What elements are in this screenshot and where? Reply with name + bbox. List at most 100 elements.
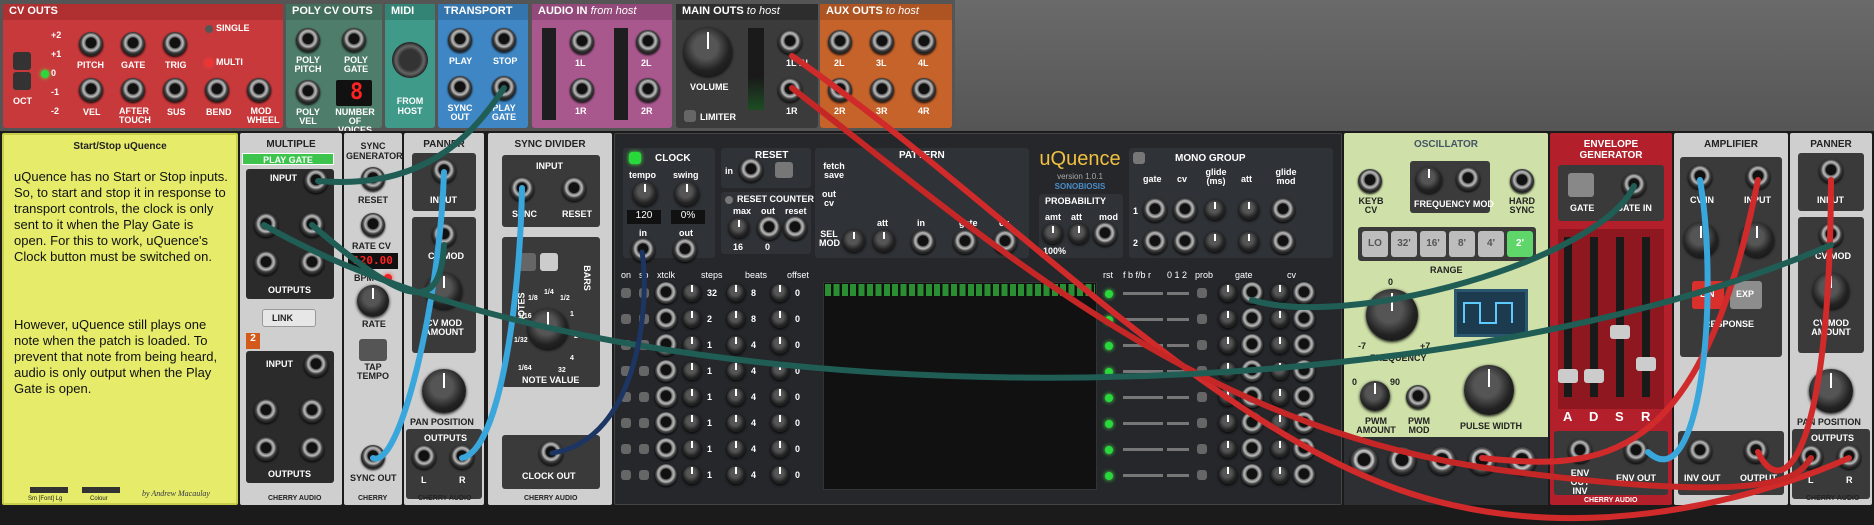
row-rst-led[interactable] — [1105, 316, 1113, 324]
row-beats-knob[interactable] — [727, 310, 745, 328]
multiple-input-2-jack[interactable] — [304, 353, 328, 377]
mg1-cv-jack[interactable] — [1173, 198, 1197, 222]
row-beats-knob[interactable] — [727, 362, 745, 380]
row-gate-knob[interactable] — [1219, 310, 1237, 328]
pwm-amount-knob[interactable] — [1360, 381, 1390, 411]
mg2-gate-jack[interactable] — [1143, 230, 1167, 254]
row-xtclk-jack[interactable] — [655, 438, 677, 460]
rc-out-jack[interactable] — [757, 216, 781, 240]
row-rst-led[interactable] — [1105, 394, 1113, 402]
row-offset-knob[interactable] — [771, 284, 789, 302]
sustain-slider[interactable] — [1616, 237, 1624, 397]
att-knob[interactable] — [873, 230, 895, 252]
row-xtclk-jack[interactable] — [655, 334, 677, 356]
decay-handle[interactable] — [1584, 369, 1604, 383]
row-so-button[interactable] — [639, 314, 649, 324]
row-beats-knob[interactable] — [727, 336, 745, 354]
row-on-button[interactable] — [621, 366, 631, 376]
pulse-width-knob[interactable] — [1464, 365, 1514, 415]
row-gate-jack[interactable] — [1241, 464, 1263, 486]
in-2l-jack[interactable] — [636, 30, 660, 54]
row-direction-slider[interactable] — [1123, 370, 1163, 373]
panner-2-cvmod-jack[interactable] — [1819, 223, 1843, 247]
notes-toggle[interactable] — [518, 253, 536, 271]
keyb-cv-jack[interactable] — [1358, 169, 1382, 193]
row-offset-knob[interactable] — [771, 362, 789, 380]
row-gate-jack[interactable] — [1241, 438, 1263, 460]
pitch-jack[interactable] — [79, 32, 103, 56]
row-steps-knob[interactable] — [683, 440, 701, 458]
trig-jack[interactable] — [163, 32, 187, 56]
amp-inv-out-jack[interactable] — [1688, 439, 1712, 463]
oct-up-button[interactable] — [13, 52, 31, 70]
row-prob-button[interactable] — [1197, 470, 1207, 480]
play-gate-jack[interactable] — [492, 76, 516, 100]
row-direction-slider[interactable] — [1123, 422, 1163, 425]
row-steps-knob[interactable] — [683, 284, 701, 302]
row-prob-button[interactable] — [1197, 392, 1207, 402]
row-cv-jack[interactable] — [1293, 360, 1315, 382]
row-offset-knob[interactable] — [771, 466, 789, 484]
font-size-slider[interactable] — [30, 487, 68, 493]
range-button[interactable]: 4' — [1478, 231, 1504, 257]
osc-out-sine-jack[interactable] — [1468, 447, 1496, 475]
row-gate-jack[interactable] — [1241, 412, 1263, 434]
attack-handle[interactable] — [1558, 369, 1578, 383]
mg2-glidemod-jack[interactable] — [1271, 230, 1295, 254]
row-gate-jack[interactable] — [1241, 282, 1263, 304]
aux-3l-jack[interactable] — [870, 30, 894, 54]
row-direction-slider[interactable] — [1123, 318, 1163, 321]
row-beats-knob[interactable] — [727, 466, 745, 484]
row-cv-knob[interactable] — [1271, 336, 1289, 354]
panner-1-cvmod-knob[interactable] — [426, 273, 462, 309]
multiple-out-2c-jack[interactable] — [254, 437, 278, 461]
row-offset-knob[interactable] — [771, 336, 789, 354]
pattern-in-jack[interactable] — [911, 230, 935, 254]
row-cv-jack[interactable] — [1293, 464, 1315, 486]
row-cv-knob[interactable] — [1271, 310, 1289, 328]
release-slider[interactable] — [1642, 237, 1650, 397]
row-prob-button[interactable] — [1197, 340, 1207, 350]
multiple-out-1d-jack[interactable] — [300, 251, 324, 275]
row-prob-button[interactable] — [1197, 288, 1207, 298]
clock-in-jack[interactable] — [631, 238, 655, 262]
aux-2l-jack[interactable] — [828, 30, 852, 54]
row-beats-knob[interactable] — [727, 414, 745, 432]
bend-jack[interactable] — [205, 78, 229, 102]
row-on-button[interactable] — [621, 418, 631, 428]
poly-vel-jack[interactable] — [296, 80, 320, 104]
freq-mod-knob[interactable] — [1416, 167, 1442, 193]
sync-divider-reset-jack[interactable] — [562, 177, 586, 201]
row-beats-knob[interactable] — [727, 388, 745, 406]
aux-2r-jack[interactable] — [828, 78, 852, 102]
clock-button[interactable] — [629, 152, 641, 164]
row-rst-led[interactable] — [1105, 290, 1113, 298]
vel-jack[interactable] — [79, 78, 103, 102]
row-cv-jack[interactable] — [1293, 282, 1315, 304]
mg2-att-knob[interactable] — [1239, 232, 1259, 252]
sync-out-jack[interactable] — [448, 76, 472, 100]
panner-1-input-jack[interactable] — [432, 159, 456, 183]
gate-jack[interactable] — [121, 32, 145, 56]
prob-mod-jack[interactable] — [1093, 222, 1117, 246]
row-so-button[interactable] — [639, 340, 649, 350]
mono-group-button[interactable] — [1133, 152, 1145, 164]
sync-out-jack-rack[interactable] — [361, 445, 385, 469]
mg1-glidemod-jack[interactable] — [1271, 198, 1295, 222]
row-direction-slider[interactable] — [1123, 344, 1163, 347]
row-so-button[interactable] — [639, 288, 649, 298]
row-cv-knob[interactable] — [1271, 362, 1289, 380]
row-steps-knob[interactable] — [683, 310, 701, 328]
row-cv-knob[interactable] — [1271, 440, 1289, 458]
bars-toggle[interactable] — [540, 253, 558, 271]
poly-gate-jack[interactable] — [342, 28, 366, 52]
panner-2-r-jack[interactable] — [1837, 445, 1861, 469]
row-rst-led[interactable] — [1105, 420, 1113, 428]
reset-in-jack[interactable] — [739, 158, 763, 182]
sus-jack[interactable] — [163, 78, 187, 102]
multiple-out-1b-jack[interactable] — [300, 213, 324, 237]
step-grid-area[interactable] — [823, 282, 1097, 490]
row-so-button[interactable] — [639, 418, 649, 428]
clock-out-jack-uq[interactable] — [673, 238, 697, 262]
poly-pitch-jack[interactable] — [296, 28, 320, 52]
